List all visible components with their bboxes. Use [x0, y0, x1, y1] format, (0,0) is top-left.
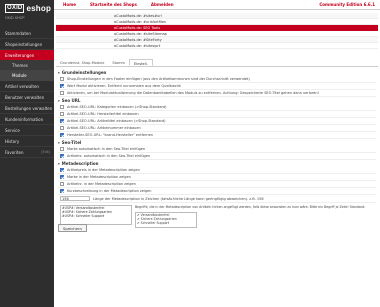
option-row: Artikelnr. automatisch in den Seo-Titel …	[58, 153, 376, 160]
tab-einstell[interactable]: Einstell.	[128, 59, 153, 66]
option-label: Artikel-SEO-URL: Artikeltitel einbauen (…	[67, 118, 166, 123]
list-item-status	[58, 31, 64, 36]
length-label: Länge der Metadescription in Zeichen (ta…	[93, 196, 264, 201]
collapse-icon[interactable]: ▾	[58, 161, 60, 167]
nav-item-history[interactable]: History	[0, 136, 54, 147]
nav-item-erweiterungen[interactable]: Erweiterungen	[0, 50, 54, 61]
option-label: Artikel-SEO-URL: Artikelnummer einbauen	[67, 125, 141, 130]
length-row: 156 Länge der Metadescription in Zeichen…	[58, 195, 376, 203]
nav-sub-themes[interactable]: Themes	[0, 61, 54, 71]
edition-label: Community Edition 6.6.1	[319, 2, 375, 7]
top-link-startseite[interactable]: Startseite des Shops	[85, 2, 142, 7]
checkbox[interactable]	[60, 182, 64, 186]
checkbox[interactable]	[60, 175, 64, 179]
list-item-status	[58, 37, 64, 42]
checkbox[interactable]	[60, 147, 64, 151]
append-terms-description: Begriffe, die in der Metadescription von…	[135, 205, 375, 228]
nav-item-service[interactable]: Service	[0, 125, 54, 136]
option-label: Aktivieren, um bei Modulaktualisierung d…	[67, 90, 319, 95]
favoriten-label: Favoriten	[5, 150, 24, 155]
collapse-icon[interactable]: ▾	[58, 140, 60, 146]
module-list: oCustoMods.de: #sites#url oCustoMods.de:…	[56, 13, 378, 59]
option-label: Artikel-SEO-URL: Kategorien einbauen (>S…	[67, 104, 167, 109]
checkbox[interactable]	[60, 112, 64, 116]
option-label: Wert Modul aktivieren. Entfernt unnormal…	[67, 83, 182, 88]
length-input[interactable]: 156	[60, 196, 90, 201]
checkbox[interactable]	[60, 119, 64, 123]
option-label: Kurzbeschreibung in der Metadescription …	[67, 188, 152, 193]
collapse-icon[interactable]: ▾	[58, 98, 60, 104]
tab-bar: Grundeinst. Shop-Module Stamm Einstell.	[56, 59, 378, 67]
sidebar: OXID eshop OXID SHOP Stammdaten Shopeins…	[0, 0, 54, 307]
checkbox[interactable]	[60, 168, 64, 172]
nav-item-benutzer[interactable]: Benutzer verwalten	[0, 92, 54, 103]
nav-item-stammdaten[interactable]: Stammdaten	[0, 28, 54, 39]
textarea-line: #USP#: Schneller Support	[62, 213, 105, 218]
option-label: Hersteller-SEO-URL: "brand-Hersteller" e…	[67, 132, 153, 137]
nav-item-bestellungen[interactable]: Bestellungen verwalten	[0, 103, 54, 114]
default-terms-box: ✔ Versandkostenfrei ✔ Sichere Zahlungsar…	[135, 212, 197, 228]
top-link-abmelden[interactable]: Abmelden	[146, 2, 179, 7]
collapse-icon[interactable]: ▾	[58, 70, 60, 76]
settings-form: ▾ Grundeinstellungen Shop-Einstellungen …	[56, 69, 378, 307]
logo-area: OXID eshop OXID SHOP	[0, 0, 54, 28]
tab-grundeinst[interactable]: Grundeinst. Shop-Module	[56, 59, 108, 66]
favoriten-edit-link[interactable]: [Edit]	[41, 147, 50, 157]
option-label: Marke automatisch in den Seo-Titel einfü…	[67, 146, 146, 151]
option-label: Artikelpreis in der Metadescription zeig…	[67, 167, 140, 172]
list-item-name: oCustoMods.de: #sitesiprt	[114, 44, 161, 48]
option-label: Artikelnr. automatisch in den Seo-Titel …	[67, 153, 151, 158]
checkbox[interactable]	[60, 189, 64, 193]
list-item-status	[58, 43, 64, 48]
append-terms-row: #USP#: Versandkostenfrei #USP#: Sichere …	[58, 205, 376, 228]
option-row: Aktivieren, um bei Modulaktualisierung d…	[58, 90, 376, 97]
nav-item-artikel[interactable]: Artikel verwalten	[0, 81, 54, 92]
nav-sub-module[interactable]: Module	[0, 71, 54, 81]
option-label: Artikel-SEO-URL: Herstellertitel einbaue…	[67, 111, 139, 116]
logo-brand: OXID	[5, 4, 25, 13]
list-item-status	[58, 25, 64, 30]
logo-text: eshop	[26, 4, 52, 13]
option-label: Artikelnr. in der Metadescription zeigen	[67, 181, 136, 186]
checkbox[interactable]	[60, 84, 64, 88]
list-item[interactable]: oCustoMods.de: #sitesiprt	[56, 43, 378, 49]
top-link-home[interactable]: Home	[58, 2, 81, 7]
list-item-name: oCustoMods.de: SEO Tools	[114, 26, 161, 30]
logo[interactable]: OXID eshop	[5, 4, 52, 13]
checkbox[interactable]	[60, 105, 64, 109]
option-row: Kurzbeschreibung in der Metadescription …	[58, 188, 376, 195]
option-label: Shop-Einstellungen in den Footer einfüge…	[67, 76, 250, 81]
list-item-status	[58, 13, 64, 18]
list-item-name: oCustoMods.de: #siteSitemap	[114, 32, 167, 36]
nav-item-favoriten[interactable]: Favoriten [Edit]	[0, 147, 54, 158]
option-row: Hersteller-SEO-URL: "brand-Hersteller" e…	[58, 132, 376, 139]
top-bar: Home Startseite des Shops Abmelden Commu…	[54, 0, 380, 10]
nav-item-kundeninfo[interactable]: Kundeninformation	[0, 114, 54, 125]
nav-item-shopeinstellungen[interactable]: Shopeinstellungen	[0, 39, 54, 50]
list-item-name: oCustoMods.de: #sites#url	[114, 14, 162, 18]
save-button[interactable]: Speichern	[58, 224, 87, 232]
description-text: Begriffe, die in der Metadescription von…	[135, 205, 366, 209]
checkbox[interactable]	[60, 154, 64, 158]
option-label: Marke in der Metadescription zeigen	[67, 174, 131, 179]
checkbox[interactable]	[60, 91, 64, 95]
default-term: ✔ Schneller Support	[137, 220, 170, 225]
list-item-name: oCustoMods.de: #urlsfortfiles	[114, 20, 166, 24]
list-item-name: oCustoMods.de: #SiteForty	[114, 38, 162, 42]
list-item-status	[58, 19, 64, 24]
shop-subtitle: OXID SHOP	[5, 16, 25, 20]
checkbox[interactable]	[60, 126, 64, 130]
append-terms-textarea[interactable]: #USP#: Versandkostenfrei #USP#: Sichere …	[60, 205, 132, 225]
tab-stamm[interactable]: Stamm	[108, 59, 129, 66]
checkbox[interactable]	[60, 133, 64, 137]
checkbox[interactable]	[60, 77, 64, 81]
